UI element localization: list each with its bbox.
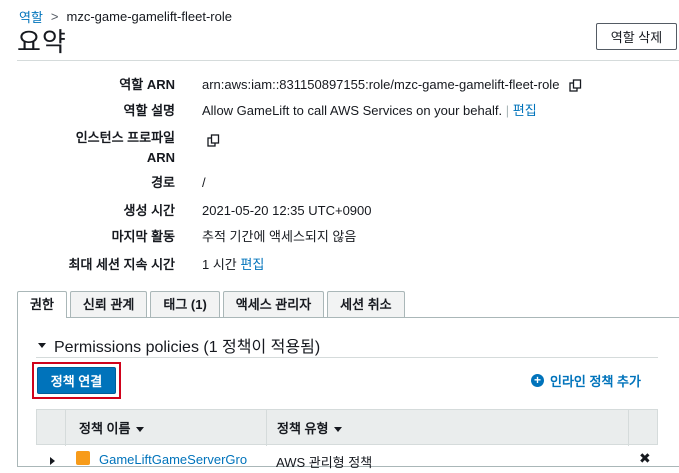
column-divider	[65, 410, 66, 446]
breadcrumb-current: mzc-game-gamelift-fleet-role	[66, 9, 232, 24]
sort-down-icon	[334, 426, 343, 432]
last-activity-value: 추적 기간에 액세스되지 않음	[202, 229, 357, 244]
max-session-value: 1 시간 편집	[202, 255, 264, 275]
row-instance-profile: 인스턴스 프로파일 ARN	[17, 128, 220, 168]
tab-access-advisor[interactable]: 액세스 관리자	[222, 291, 325, 317]
role-arn-value: arn:aws:iam::831150897155:role/mzc-game-…	[202, 75, 582, 95]
table-row: GameLiftGameServerGro AWS 관리형 정책 ✖	[36, 445, 658, 473]
section-divider	[36, 357, 658, 358]
description-separator: |	[505, 103, 510, 118]
column-divider	[628, 410, 629, 446]
edit-max-session-link[interactable]: 편집	[240, 257, 264, 272]
path-label: 경로	[151, 175, 175, 190]
policy-type-value: AWS 관리형 정책	[276, 455, 373, 470]
column-policy-name-label: 정책 이름	[79, 420, 131, 436]
add-inline-policy-label[interactable]: 인라인 정책 추가	[550, 371, 641, 390]
plus-circle-icon: +	[531, 374, 544, 387]
row-last-activity: 마지막 활동 추적 기간에 액세스되지 않음	[17, 227, 357, 247]
path-value: /	[202, 175, 206, 190]
instance-profile-label-line1: 인스턴스 프로파일	[75, 130, 175, 145]
role-arn-text: arn:aws:iam::831150897155:role/mzc-game-…	[202, 77, 560, 92]
add-inline-policy-link[interactable]: + 인라인 정책 추가	[531, 371, 641, 390]
role-tabs: 권한 신뢰 관계 태그 (1) 액세스 관리자 세션 취소	[17, 291, 405, 318]
page-title: 요약	[17, 27, 67, 57]
permissions-policies-title: Permissions policies (1 정책이 적용됨)	[54, 339, 321, 356]
instance-profile-label: 인스턴스 프로파일 ARN	[17, 128, 175, 168]
sort-down-icon	[136, 426, 145, 432]
tab-permissions[interactable]: 권한	[17, 291, 67, 318]
tab-tags[interactable]: 태그 (1)	[150, 291, 220, 317]
max-session-text: 1 시간	[202, 257, 237, 272]
row-role-arn: 역할 ARN arn:aws:iam::831150897155:role/mz…	[17, 75, 582, 95]
role-description-label: 역할 설명	[123, 103, 175, 118]
permissions-policies-header[interactable]: Permissions policies (1 정책이 적용됨)	[38, 333, 320, 357]
last-activity-label: 마지막 활동	[111, 229, 175, 244]
policies-table-header: 정책 이름 정책 유형	[36, 409, 658, 446]
row-max-session: 최대 세션 지속 시간 1 시간 편집	[17, 255, 264, 275]
expand-caret-icon[interactable]	[50, 457, 55, 465]
instance-profile-label-line2: ARN	[146, 150, 175, 165]
tab-trust-relationships[interactable]: 신뢰 관계	[69, 291, 148, 317]
role-description-text: Allow GameLift to call AWS Services on y…	[202, 103, 503, 118]
role-summary: 역할 ARN arn:aws:iam::831150897155:role/mz…	[17, 60, 679, 285]
column-policy-type[interactable]: 정책 유형	[277, 410, 343, 446]
close-icon[interactable]: ✖	[639, 450, 651, 467]
created-value: 2021-05-20 12:35 UTC+0900	[202, 203, 372, 218]
tab-revoke-sessions[interactable]: 세션 취소	[327, 291, 405, 317]
collapse-caret-icon[interactable]	[38, 342, 46, 348]
policy-name-link[interactable]: GameLiftGameServerGro	[99, 452, 247, 467]
column-divider	[266, 410, 267, 446]
role-description-value: Allow GameLift to call AWS Services on y…	[202, 101, 537, 121]
created-label: 생성 시간	[123, 203, 175, 218]
row-created: 생성 시간 2021-05-20 12:35 UTC+0900	[17, 201, 372, 221]
delete-role-button[interactable]: 역할 삭제	[596, 23, 677, 50]
column-policy-name[interactable]: 정책 이름	[79, 410, 145, 446]
instance-profile-value	[207, 130, 220, 150]
attach-policy-button[interactable]: 정책 연결	[37, 367, 116, 394]
copy-icon[interactable]	[569, 79, 582, 92]
max-session-label: 최대 세션 지속 시간	[68, 257, 175, 272]
row-role-description: 역할 설명 Allow GameLift to call AWS Service…	[17, 101, 537, 121]
column-policy-type-label: 정책 유형	[277, 420, 329, 436]
copy-icon[interactable]	[207, 134, 220, 147]
row-path: 경로 /	[17, 173, 206, 193]
edit-description-link[interactable]: 편집	[513, 103, 537, 118]
role-arn-label: 역할 ARN	[119, 77, 175, 92]
